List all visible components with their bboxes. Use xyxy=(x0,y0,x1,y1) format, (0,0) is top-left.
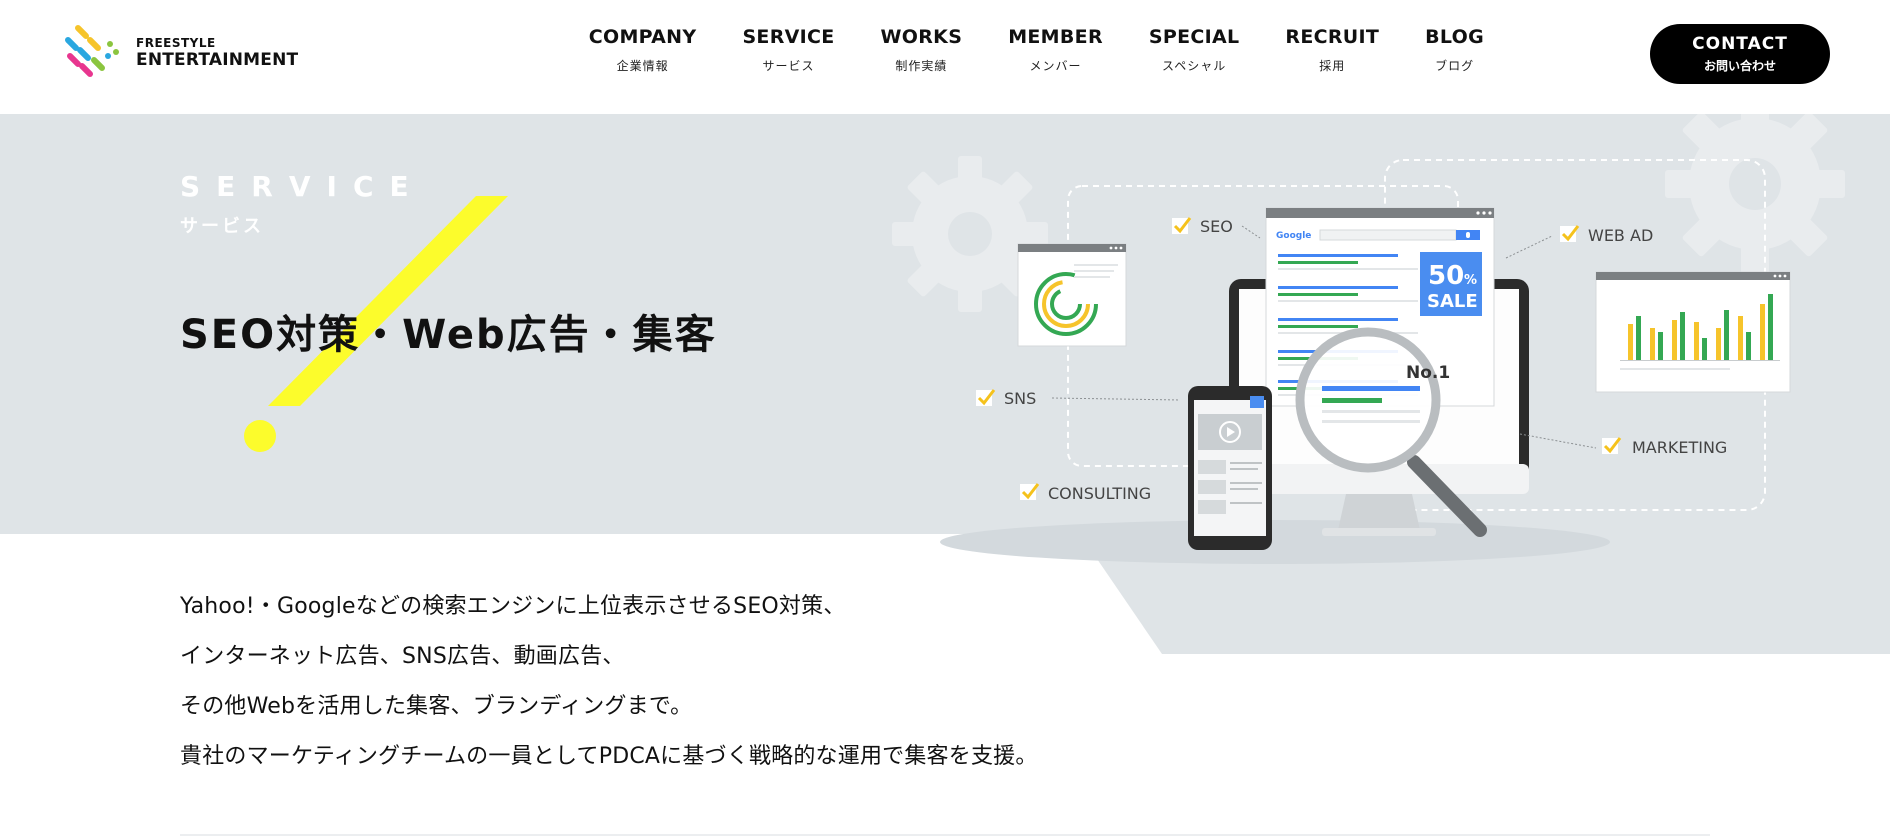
nav-label-en: BLOG xyxy=(1425,26,1484,48)
tag-marketing-label: MARKETING xyxy=(1632,438,1727,457)
seo-illustration: Google 50 % SALE No.1 SEO WEB AD SNS MAR… xyxy=(892,114,1845,564)
tag-seo-label: SEO xyxy=(1200,217,1233,236)
nav-label-ja: 企業情報 xyxy=(616,59,669,73)
nav-item-service[interactable]: SERVICE サービス xyxy=(742,26,834,80)
nav-item-recruit[interactable]: RECRUIT 採用 xyxy=(1285,26,1379,80)
brand-logo[interactable]: FREESTYLE ENTERTAINMENT xyxy=(64,22,324,84)
nav-item-works[interactable]: WORKS 制作実績 xyxy=(881,26,963,80)
tag-web-ad-label: WEB AD xyxy=(1588,226,1653,245)
sale-badge: 50 % SALE xyxy=(1420,252,1482,316)
mic-icon xyxy=(1466,232,1470,238)
nav-label-en: SPECIAL xyxy=(1148,26,1240,48)
check-icon xyxy=(976,389,996,406)
check-icon xyxy=(1020,483,1040,500)
description-line: その他Webを活用した集客、ブランディングまで。 xyxy=(180,694,693,719)
nav-label-en: MEMBER xyxy=(1008,26,1103,48)
nav-label-en: WORKS xyxy=(880,26,963,48)
nav-item-member[interactable]: MEMBER メンバー xyxy=(1008,26,1103,80)
brand-line1: FREESTYLE xyxy=(136,36,216,50)
brand-logo-icon xyxy=(65,25,119,77)
nav-item-special[interactable]: SPECIAL スペシャル xyxy=(1149,26,1240,80)
nav-item-blog[interactable]: BLOG ブログ xyxy=(1425,26,1484,80)
nav-label-ja: スペシャル xyxy=(1162,59,1227,73)
tag-sns: SNS xyxy=(976,389,1181,408)
nav-label-en: RECRUIT xyxy=(1285,26,1380,48)
search-brand: Google xyxy=(1276,231,1311,241)
sale-percent: 50 xyxy=(1428,261,1464,291)
tag-consulting-label: CONSULTING xyxy=(1048,484,1151,503)
description-line: インターネット広告、SNS広告、動画広告、 xyxy=(180,644,625,669)
tag-marketing: MARKETING xyxy=(1519,433,1727,457)
gear-icon xyxy=(1665,114,1845,274)
section-label-en: SERVICE xyxy=(180,170,425,203)
nav-label-en: COMPANY xyxy=(588,26,697,48)
main-nav: COMPANY 企業情報 SERVICE サービス WORKS 制作実績 MEM… xyxy=(589,26,1484,80)
nav-label-ja: サービス xyxy=(762,59,815,73)
tag-sns-label: SNS xyxy=(1004,389,1036,408)
section-divider xyxy=(180,834,1710,836)
site-header: FREESTYLE ENTERTAINMENT COMPANY 企業情報 SER… xyxy=(0,0,1890,114)
tag-web-ad: WEB AD xyxy=(1505,225,1653,259)
brand-line2: ENTERTAINMENT xyxy=(136,50,299,70)
contact-label-en: CONTACT xyxy=(1692,34,1788,54)
rank-label: No.1 xyxy=(1406,363,1450,383)
description-line: 貴社のマーケティングチームの一員としてPDCAに基づく戦略的な運用で集客を支援。 xyxy=(180,744,1038,769)
nav-label-ja: メンバー xyxy=(1029,59,1082,73)
nav-item-company[interactable]: COMPANY 企業情報 xyxy=(589,26,697,80)
contact-button[interactable]: CONTACT お問い合わせ xyxy=(1650,24,1830,84)
nav-label-en: SERVICE xyxy=(742,26,835,48)
nav-label-ja: 制作実績 xyxy=(895,59,948,73)
brand-wordmark: FREESTYLE ENTERTAINMENT xyxy=(136,37,298,69)
sale-unit: % xyxy=(1464,273,1477,288)
nav-label-ja: 採用 xyxy=(1319,59,1346,73)
section-label-ja: サービス xyxy=(180,216,264,237)
contact-label-ja: お問い合わせ xyxy=(1703,59,1776,73)
check-icon xyxy=(1172,217,1192,234)
check-icon xyxy=(1560,225,1580,242)
description-line: Yahoo!・Googleなどの検索エンジンに上位表示させるSEO対策、 xyxy=(180,594,846,619)
nav-label-ja: ブログ xyxy=(1435,59,1475,73)
check-icon xyxy=(1602,437,1622,454)
sale-word: SALE xyxy=(1427,291,1478,312)
page-title: SEO対策・Web広告・集客 xyxy=(180,312,717,358)
tag-seo: SEO xyxy=(1172,217,1261,239)
service-description: Yahoo!・Googleなどの検索エンジンに上位表示させるSEO対策、 インタ… xyxy=(180,582,1180,782)
tag-consulting: CONSULTING xyxy=(1020,483,1151,503)
